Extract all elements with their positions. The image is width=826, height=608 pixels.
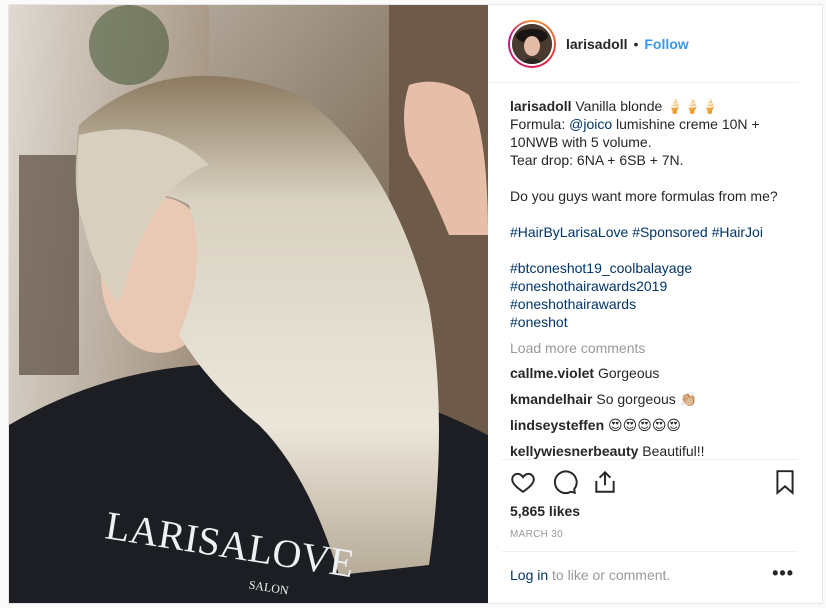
load-more-comments-button[interactable]: Load more comments <box>510 337 802 359</box>
hashtag[interactable]: #HairByLarisaLove <box>510 224 628 240</box>
hashtag[interactable]: #HairJoi <box>712 224 763 240</box>
caption-line-2-prefix: Formula: <box>510 116 570 132</box>
comment-text: Beautiful!! <box>642 443 705 459</box>
login-link[interactable]: Log in <box>510 567 548 583</box>
caption-line-2-suffix: lumishine creme 10N + <box>612 116 760 132</box>
share-icon[interactable] <box>592 469 618 495</box>
hashtag[interactable]: #oneshot <box>510 313 802 331</box>
comment: lindseysteffen 😍😍😍😍😍 <box>510 413 802 437</box>
heart-icon[interactable] <box>510 469 536 495</box>
avatar-image <box>512 23 552 64</box>
comment-text: 😍😍😍😍😍 <box>608 417 682 433</box>
header-username[interactable]: larisadoll <box>566 36 627 52</box>
comment-text: Gorgeous <box>597 365 660 381</box>
caption-username[interactable]: larisadoll <box>510 98 571 114</box>
caption-line-5: Do you guys want more formulas from me? <box>510 188 778 204</box>
more-options-icon[interactable]: ••• <box>772 563 794 584</box>
comment-username[interactable]: kellywiesnerbeauty <box>510 443 638 459</box>
bookmark-icon[interactable] <box>772 469 798 495</box>
mention-joico[interactable]: @joico <box>569 116 612 132</box>
likes-count[interactable]: 5,865 likes <box>510 503 580 519</box>
hashtag[interactable]: #oneshothairawards2019 <box>510 277 802 295</box>
comment-icon[interactable] <box>552 469 578 495</box>
footer-divider <box>502 551 798 552</box>
header-separator: • <box>633 35 639 52</box>
post-header: larisadoll • Follow <box>488 5 798 83</box>
hashtag[interactable]: #oneshothairawards <box>510 295 802 313</box>
caption-line-4: Tear drop: 6NA + 6SB + 7N. <box>510 152 684 168</box>
hashtag[interactable]: #btconeshot19_coolbalayage <box>510 259 802 277</box>
caption: larisadoll Vanilla blonde 🍦🍦🍦 Formula: @… <box>510 97 802 331</box>
hashtag[interactable]: #Sponsored <box>632 224 708 240</box>
instagram-post: LARISALOVE SALON larisadoll • Follow lar… <box>8 4 823 604</box>
comment-username[interactable]: callme.violet <box>510 365 594 381</box>
caption-line-3: 10NWB with 5 volume. <box>510 134 652 150</box>
actions-divider <box>502 459 798 460</box>
login-prompt-text: to like or comment. <box>548 567 671 583</box>
comment-username[interactable]: lindseysteffen <box>510 417 604 433</box>
avatar[interactable] <box>508 19 556 68</box>
post-side-panel: larisadoll • Follow larisadoll Vanilla b… <box>488 5 822 603</box>
comment: callme.violet Gorgeous <box>510 361 802 385</box>
login-prompt: Log in to like or comment. <box>510 567 670 583</box>
post-photo[interactable]: LARISALOVE SALON <box>9 5 488 603</box>
comment-text: So gorgeous 👏🏼 <box>596 391 698 407</box>
action-bar <box>510 467 798 503</box>
post-photo-image: LARISALOVE SALON <box>9 5 488 603</box>
comment: kmandelhair So gorgeous 👏🏼 <box>510 387 802 411</box>
comment-username[interactable]: kmandelhair <box>510 391 592 407</box>
caption-line-1: Vanilla blonde 🍦🍦🍦 <box>575 98 719 114</box>
post-date[interactable]: MARCH 30 <box>510 529 563 540</box>
comments-section: larisadoll Vanilla blonde 🍦🍦🍦 Formula: @… <box>510 97 802 459</box>
follow-button[interactable]: Follow <box>644 36 688 52</box>
